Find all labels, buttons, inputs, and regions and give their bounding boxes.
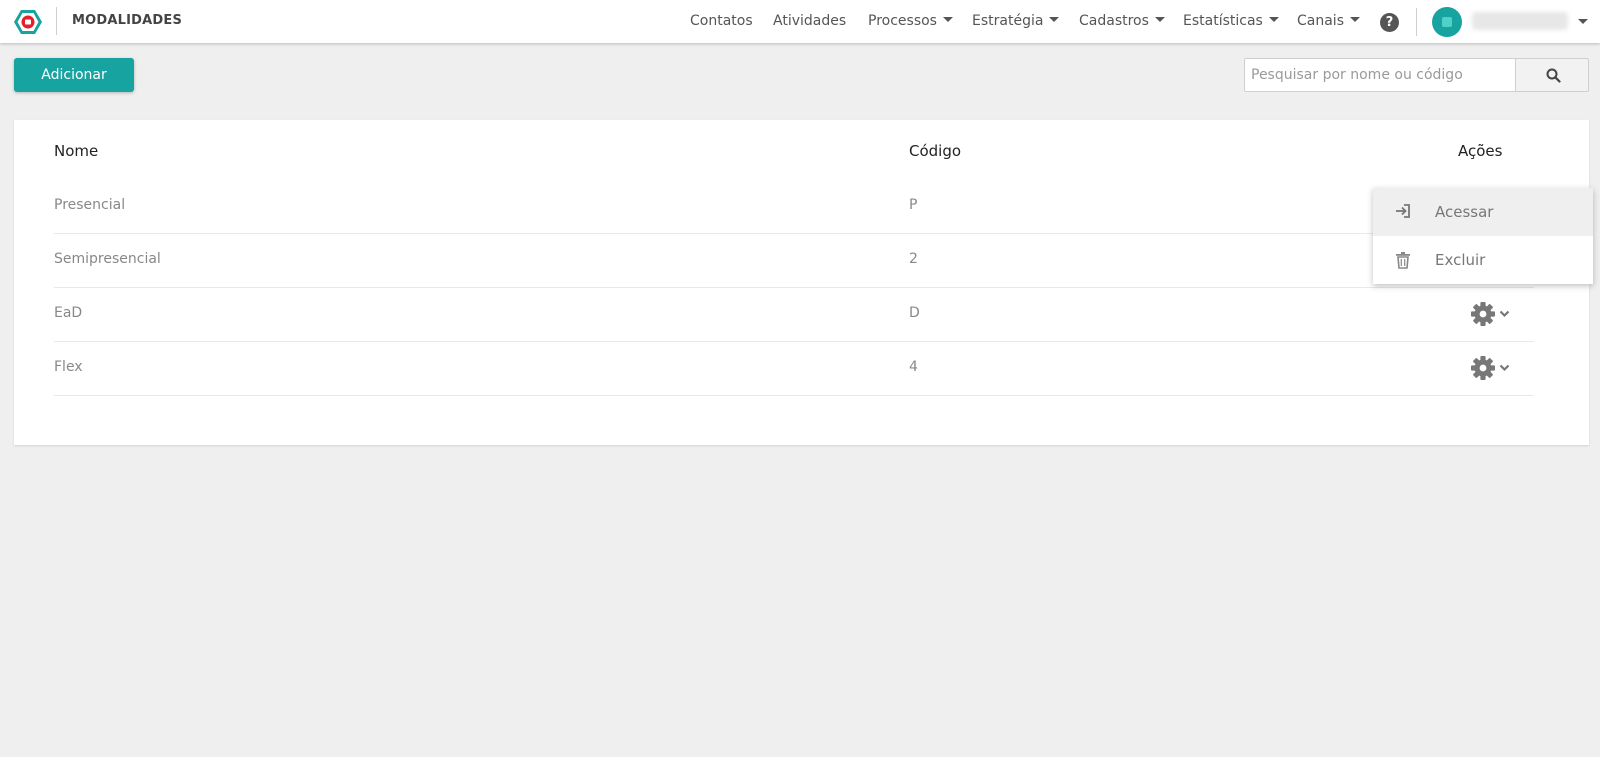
row-name: Semipresencial: [54, 251, 161, 267]
row-code: 2: [909, 251, 918, 267]
user-name-blurred[interactable]: [1472, 12, 1568, 30]
caret-down-icon: [1350, 16, 1360, 22]
nav-cadastros[interactable]: Cadastros: [1079, 13, 1165, 29]
chevron-down-icon: [1499, 364, 1510, 372]
sign-in-icon: [1396, 204, 1410, 218]
help-icon[interactable]: ?: [1380, 13, 1399, 32]
nav-label: Atividades: [773, 13, 847, 29]
modalidades-table-card: Nome Código Ações Presencial P Semiprese…: [14, 120, 1589, 445]
nav-label: Cadastros: [1079, 13, 1149, 29]
nav-processos[interactable]: Processos: [868, 13, 953, 29]
avatar[interactable]: [1432, 7, 1462, 37]
add-button[interactable]: Adicionar: [14, 58, 134, 92]
row-name: Flex: [54, 359, 83, 375]
user-menu-caret-icon[interactable]: [1578, 19, 1588, 24]
nav-estrategia[interactable]: Estratégia: [972, 13, 1060, 29]
brand-divider: [56, 7, 57, 35]
nav-divider: [1416, 8, 1417, 36]
column-header-acoes: Ações: [1458, 142, 1503, 160]
nav-estatisticas[interactable]: Estatísticas: [1183, 13, 1279, 29]
search-icon: [1546, 68, 1561, 83]
row-actions-button[interactable]: [1470, 355, 1516, 383]
nav-label: Canais: [1297, 13, 1344, 29]
caret-down-icon: [1154, 16, 1165, 22]
search-button[interactable]: [1515, 58, 1589, 92]
caret-down-icon: [942, 16, 953, 22]
gear-icon: [1471, 302, 1495, 326]
app-logo-icon[interactable]: [14, 9, 42, 35]
nav-canais[interactable]: Canais: [1297, 13, 1360, 29]
nav-contatos[interactable]: Contatos: [690, 13, 753, 29]
gear-icon: [1471, 356, 1495, 380]
avatar-image: [1442, 17, 1452, 27]
trash-icon: [1396, 252, 1410, 269]
top-bar: MODALIDADES Contatos Atividades Processo…: [0, 0, 1600, 43]
nav-label: Contatos: [690, 13, 753, 29]
chevron-down-icon: [1499, 310, 1510, 318]
nav-label: Estratégia: [972, 13, 1044, 29]
nav-label: Estatísticas: [1183, 13, 1263, 29]
table-row: Semipresencial 2: [54, 234, 1534, 288]
menu-item-excluir[interactable]: Excluir: [1373, 236, 1593, 284]
table-row: Flex 4: [54, 342, 1534, 396]
menu-item-acessar[interactable]: Acessar: [1373, 188, 1593, 236]
column-header-codigo: Código: [909, 142, 962, 160]
row-code: P: [909, 197, 918, 213]
search-input[interactable]: [1244, 58, 1516, 92]
menu-item-label: Excluir: [1435, 251, 1486, 269]
row-code: D: [909, 305, 920, 321]
row-name: EaD: [54, 305, 83, 321]
page-title: MODALIDADES: [72, 13, 183, 28]
menu-item-label: Acessar: [1435, 203, 1494, 221]
caret-down-icon: [1049, 16, 1060, 22]
caret-down-icon: [1268, 16, 1279, 22]
nav-atividades[interactable]: Atividades: [773, 13, 846, 29]
nav-label: Processos: [868, 13, 937, 29]
column-header-nome: Nome: [54, 142, 99, 160]
row-actions-dropdown: Acessar Excluir: [1373, 188, 1593, 284]
row-name: Presencial: [54, 197, 126, 213]
table-row: EaD D: [54, 288, 1534, 342]
table-row: Presencial P: [54, 180, 1534, 234]
row-code: 4: [909, 359, 918, 375]
row-actions-button[interactable]: [1470, 301, 1516, 329]
